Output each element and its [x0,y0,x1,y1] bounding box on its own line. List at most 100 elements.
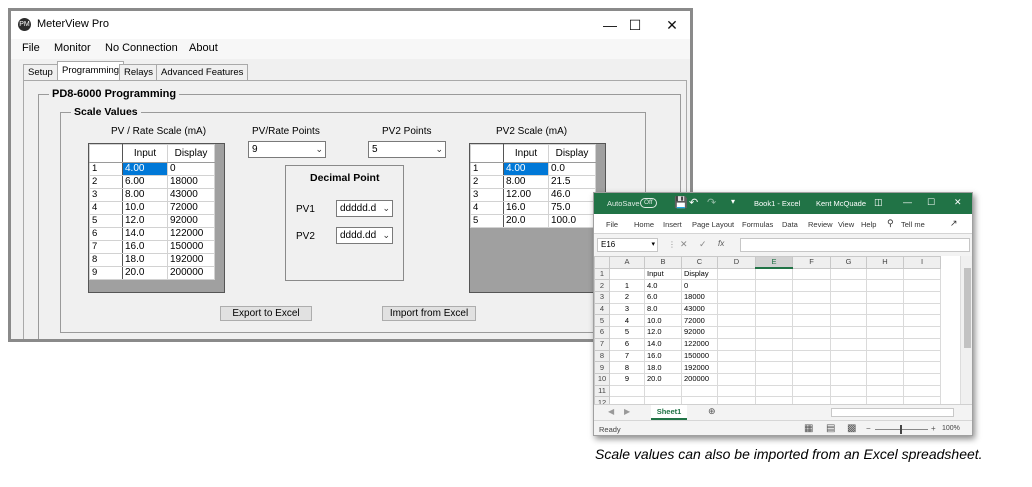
column-header[interactable]: B [644,256,682,269]
column-header[interactable]: H [866,256,904,269]
sheet-cell[interactable]: 43000 [681,302,718,316]
horizontal-scrollbar[interactable] [831,408,954,417]
row-header[interactable]: 7 [594,337,610,351]
sheet-cell[interactable]: 0 [681,279,718,293]
sheet-cell[interactable] [830,326,867,339]
sheet-cell[interactable] [903,326,941,339]
sheet-cell[interactable] [755,361,793,374]
sheet-tab-sheet1[interactable]: Sheet1 [651,405,687,420]
sheet-cell[interactable] [903,372,941,386]
ribbon-tab-review[interactable]: Review [808,220,833,229]
tab-advanced-features[interactable]: Advanced Features [156,64,249,80]
pv-input-cell[interactable]: 18.0 [122,253,168,267]
sheet-cell[interactable] [755,372,793,386]
pv2-decimal-select[interactable]: dddd.dd ⌄ [336,227,393,244]
export-to-excel-button[interactable]: Export to Excel [220,306,312,321]
next-sheet-icon[interactable]: ▶ [624,407,630,416]
pv1-decimal-select[interactable]: ddddd.d ⌄ [336,200,393,217]
sheet-cell[interactable] [755,337,793,351]
autosave-toggle[interactable]: Off [640,198,657,208]
normal-view-icon[interactable]: ▦ [804,423,813,434]
tab-programming[interactable]: Programming [57,61,125,81]
ribbon-tab-page-layout[interactable]: Page Layout [692,220,734,229]
row-header[interactable]: 2 [594,279,610,293]
row-header[interactable]: 5 [594,314,610,328]
zoom-in-icon[interactable]: + [931,424,936,433]
sheet-cell[interactable] [792,302,831,316]
spreadsheet-grid[interactable]: ABCDEFGHI 1 Input Display 2 1 4.0 0 3 2 6.0 18000 4… [594,256,972,409]
pv-input-cell[interactable]: 6.00 [122,175,168,189]
table-row[interactable]: 9 8 18.0 192000 [594,361,941,374]
pv2-input-cell[interactable]: 4.00 [503,162,549,176]
more-options-icon[interactable]: ⋮ [668,240,676,249]
tab-relays[interactable]: Relays [119,64,159,80]
ribbon-tab-home[interactable]: Home [634,220,654,229]
ribbon-tab-data[interactable]: Data [782,220,798,229]
sheet-cell[interactable]: 200000 [681,372,718,386]
pv-display-cell[interactable]: 43000 [167,188,215,202]
sheet-cell[interactable] [830,267,867,281]
sheet-cell[interactable] [903,291,941,304]
tell-me-search[interactable]: Tell me [901,220,925,229]
sheet-cell[interactable] [903,337,941,351]
pv2-input-cell[interactable]: 16.0 [503,201,549,215]
pv-display-cell[interactable]: 0 [167,162,215,176]
name-box[interactable]: E16 ▾ [597,238,658,252]
sheet-cell[interactable] [792,326,831,339]
worksheet-table[interactable]: ABCDEFGHI 1 Input Display 2 1 4.0 0 3 2 6.0 18000 4… [594,256,941,409]
scrollbar-thumb[interactable] [964,268,971,348]
sheet-cell[interactable] [609,384,645,398]
sheet-cell[interactable] [717,267,756,281]
formula-input[interactable] [740,238,970,252]
sheet-cell[interactable] [717,384,756,398]
sheet-cell[interactable] [717,337,756,351]
sheet-cell[interactable] [903,361,941,374]
pv-input-cell[interactable]: 20.0 [122,266,168,280]
sheet-cell[interactable]: 8 [609,361,645,374]
ribbon-tab-file[interactable]: File [606,220,618,229]
sheet-cell[interactable] [830,361,867,374]
sheet-cell[interactable] [755,302,793,316]
column-header[interactable]: D [717,256,756,269]
vertical-scrollbar[interactable] [960,256,972,404]
pv-row[interactable]: 8 18.0 192000 [89,253,215,267]
prev-sheet-icon[interactable]: ◀ [608,407,614,416]
insert-function-icon[interactable]: fx [718,239,724,248]
column-header[interactable]: C [681,256,718,269]
sheet-cell[interactable] [792,384,831,398]
zoom-level[interactable]: 100% [942,425,960,432]
column-header[interactable]: F [792,256,831,269]
sheet-cell[interactable]: 14.0 [644,337,682,351]
sheet-cell[interactable] [903,384,941,398]
sheet-cell[interactable] [866,349,904,363]
pv2-display-cell[interactable]: 21.5 [548,175,596,189]
lightbulb-search-icon[interactable]: ⚲ [887,218,894,229]
pv-row[interactable]: 9 20.0 200000 [89,266,215,280]
pv2-points-select[interactable]: 5 ⌄ [368,141,446,158]
sheet-cell[interactable] [792,314,831,328]
sheet-cell[interactable] [866,326,904,339]
pv-input-cell[interactable]: 10.0 [122,201,168,215]
ribbon-tab-insert[interactable]: Insert [663,220,682,229]
sheet-cell[interactable] [755,291,793,304]
page-layout-view-icon[interactable]: ▤ [826,423,835,434]
sheet-cell[interactable] [755,314,793,328]
sheet-cell[interactable] [717,349,756,363]
sheet-cell[interactable]: 72000 [681,314,718,328]
sheet-cell[interactable] [755,279,793,293]
pv2-input-cell[interactable]: 12.00 [503,188,549,202]
pv2-scale-table[interactable]: Input Display 1 4.00 0.0 2 8.00 21.5 3 12.00 46.… [470,144,596,228]
pv-rate-points-select[interactable]: 9 ⌄ [248,141,326,158]
sheet-cell[interactable]: 6 [609,337,645,351]
pv2-display-cell[interactable]: 75.0 [548,201,596,215]
sheet-cell[interactable]: 6.0 [644,291,682,304]
sheet-cell[interactable] [717,279,756,293]
row-header[interactable]: 10 [594,372,610,386]
pv-display-cell[interactable]: 150000 [167,240,215,254]
menu-file[interactable]: File [22,42,40,54]
column-header[interactable]: E [755,256,793,270]
sheet-cell[interactable]: 18.0 [644,361,682,374]
pv2-row[interactable]: 3 12.00 46.0 [470,188,596,202]
pv-input-cell[interactable]: 4.00 [122,162,168,176]
table-row[interactable]: 1 Input Display [594,267,941,281]
